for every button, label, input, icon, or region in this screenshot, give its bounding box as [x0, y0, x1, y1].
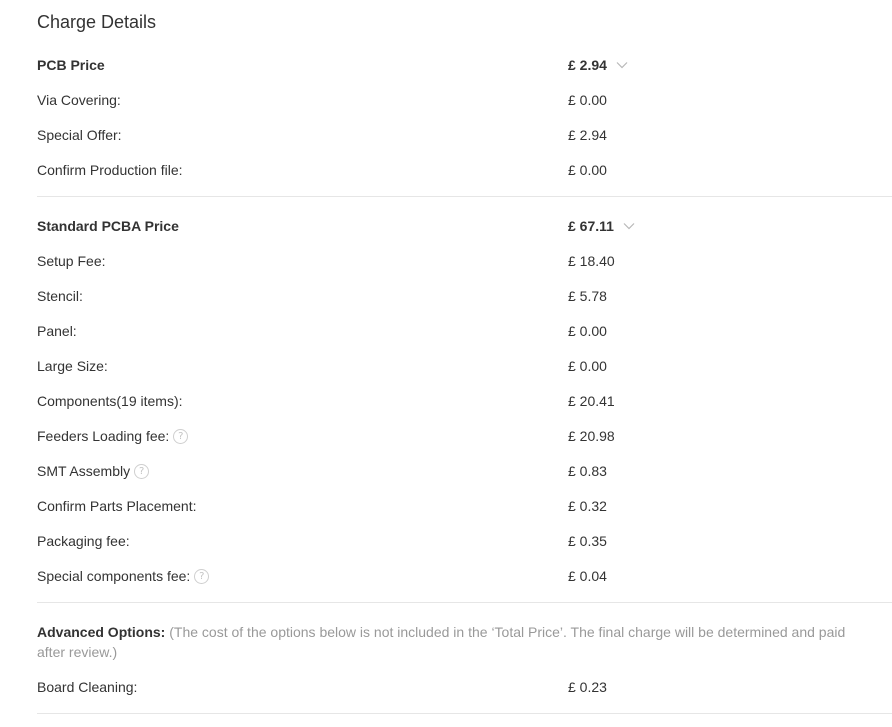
fee-row: Via Covering: £ 0.00 [37, 89, 892, 111]
fee-value: £ 20.41 [568, 393, 615, 409]
fee-label: SMT Assembly [37, 463, 131, 479]
fee-value: £ 0.32 [568, 498, 607, 514]
charge-details-title: Charge Details [37, 12, 157, 32]
chevron-down-icon[interactable] [615, 58, 629, 72]
pcb-price-row[interactable]: PCB Price £ 2.94 [37, 54, 892, 76]
question-mark-circle-icon[interactable]: ? [134, 463, 150, 479]
fee-label: Large Size: [37, 358, 108, 374]
fee-row: Feeders Loading fee: ? £ 20.98 [37, 425, 892, 447]
fee-label: Special Offer: [37, 127, 122, 143]
fee-label: Confirm Parts Placement: [37, 498, 197, 514]
fee-row: Special components fee: ? £ 0.04 [37, 565, 892, 587]
fee-label: Panel: [37, 323, 77, 339]
fee-value: £ 0.83 [568, 463, 607, 479]
fee-row: Confirm Production file: £ 0.00 [37, 159, 892, 181]
fee-row: Panel: £ 0.00 [37, 320, 892, 342]
fee-label: Setup Fee: [37, 253, 106, 269]
fee-label: Confirm Production file: [37, 162, 183, 178]
fee-label: Stencil: [37, 288, 83, 304]
chevron-down-icon[interactable] [622, 219, 636, 233]
fee-label: Packaging fee: [37, 533, 130, 549]
fee-row: Components(19 items): £ 20.41 [37, 390, 892, 412]
fee-value: £ 0.00 [568, 162, 607, 178]
fee-row: SMT Assembly ? £ 0.83 [37, 460, 892, 482]
fee-row: Confirm Parts Placement: £ 0.32 [37, 495, 892, 517]
pcb-price-value: £ 2.94 [568, 57, 607, 73]
fee-label: Components(19 items): [37, 393, 183, 409]
fee-label-wrap: SMT Assembly ? [37, 463, 150, 479]
fee-row: Special Offer: £ 2.94 [37, 124, 892, 146]
fee-value: £ 0.00 [568, 92, 607, 108]
fee-value: £ 5.78 [568, 288, 607, 304]
fee-label: Via Covering: [37, 92, 121, 108]
fee-row: Large Size: £ 0.00 [37, 355, 892, 377]
fee-value: £ 2.94 [568, 127, 607, 143]
fee-value: £ 0.00 [568, 323, 607, 339]
fee-value: £ 0.23 [568, 679, 607, 695]
pcba-price-value: £ 67.11 [568, 218, 614, 234]
fee-label: Special components fee: [37, 568, 191, 584]
pcba-price-row[interactable]: Standard PCBA Price £ 67.11 [37, 215, 892, 237]
fee-value: £ 18.40 [568, 253, 615, 269]
fee-row: Setup Fee: £ 18.40 [37, 250, 892, 272]
fee-row: Board Cleaning: £ 0.23 [37, 676, 892, 698]
fee-value: £ 20.98 [568, 428, 615, 444]
fee-value: £ 0.35 [568, 533, 607, 549]
pcba-price-label: Standard PCBA Price [37, 218, 179, 234]
fee-label: Board Cleaning: [37, 679, 138, 695]
fee-value: £ 0.04 [568, 568, 607, 584]
fee-label: Feeders Loading fee: [37, 428, 170, 444]
fee-label-wrap: Special components fee: ? [37, 568, 210, 584]
pcb-price-value-wrap[interactable]: £ 2.94 [568, 57, 629, 73]
fee-row: Packaging fee: £ 0.35 [37, 530, 892, 552]
section-divider [37, 713, 892, 714]
fee-row: Stencil: £ 5.78 [37, 285, 892, 307]
fee-label-wrap: Feeders Loading fee: ? [37, 428, 189, 444]
fee-value: £ 0.00 [568, 358, 607, 374]
question-mark-circle-icon[interactable]: ? [194, 568, 210, 584]
advanced-options-note: Advanced Options: (The cost of the optio… [37, 622, 872, 662]
pcb-price-label: PCB Price [37, 57, 105, 73]
section-divider [37, 602, 892, 603]
question-mark-circle-icon[interactable]: ? [173, 428, 189, 444]
pcba-price-value-wrap[interactable]: £ 67.11 [568, 218, 636, 234]
advanced-options-label: Advanced Options: [37, 624, 166, 640]
section-divider [37, 196, 892, 197]
